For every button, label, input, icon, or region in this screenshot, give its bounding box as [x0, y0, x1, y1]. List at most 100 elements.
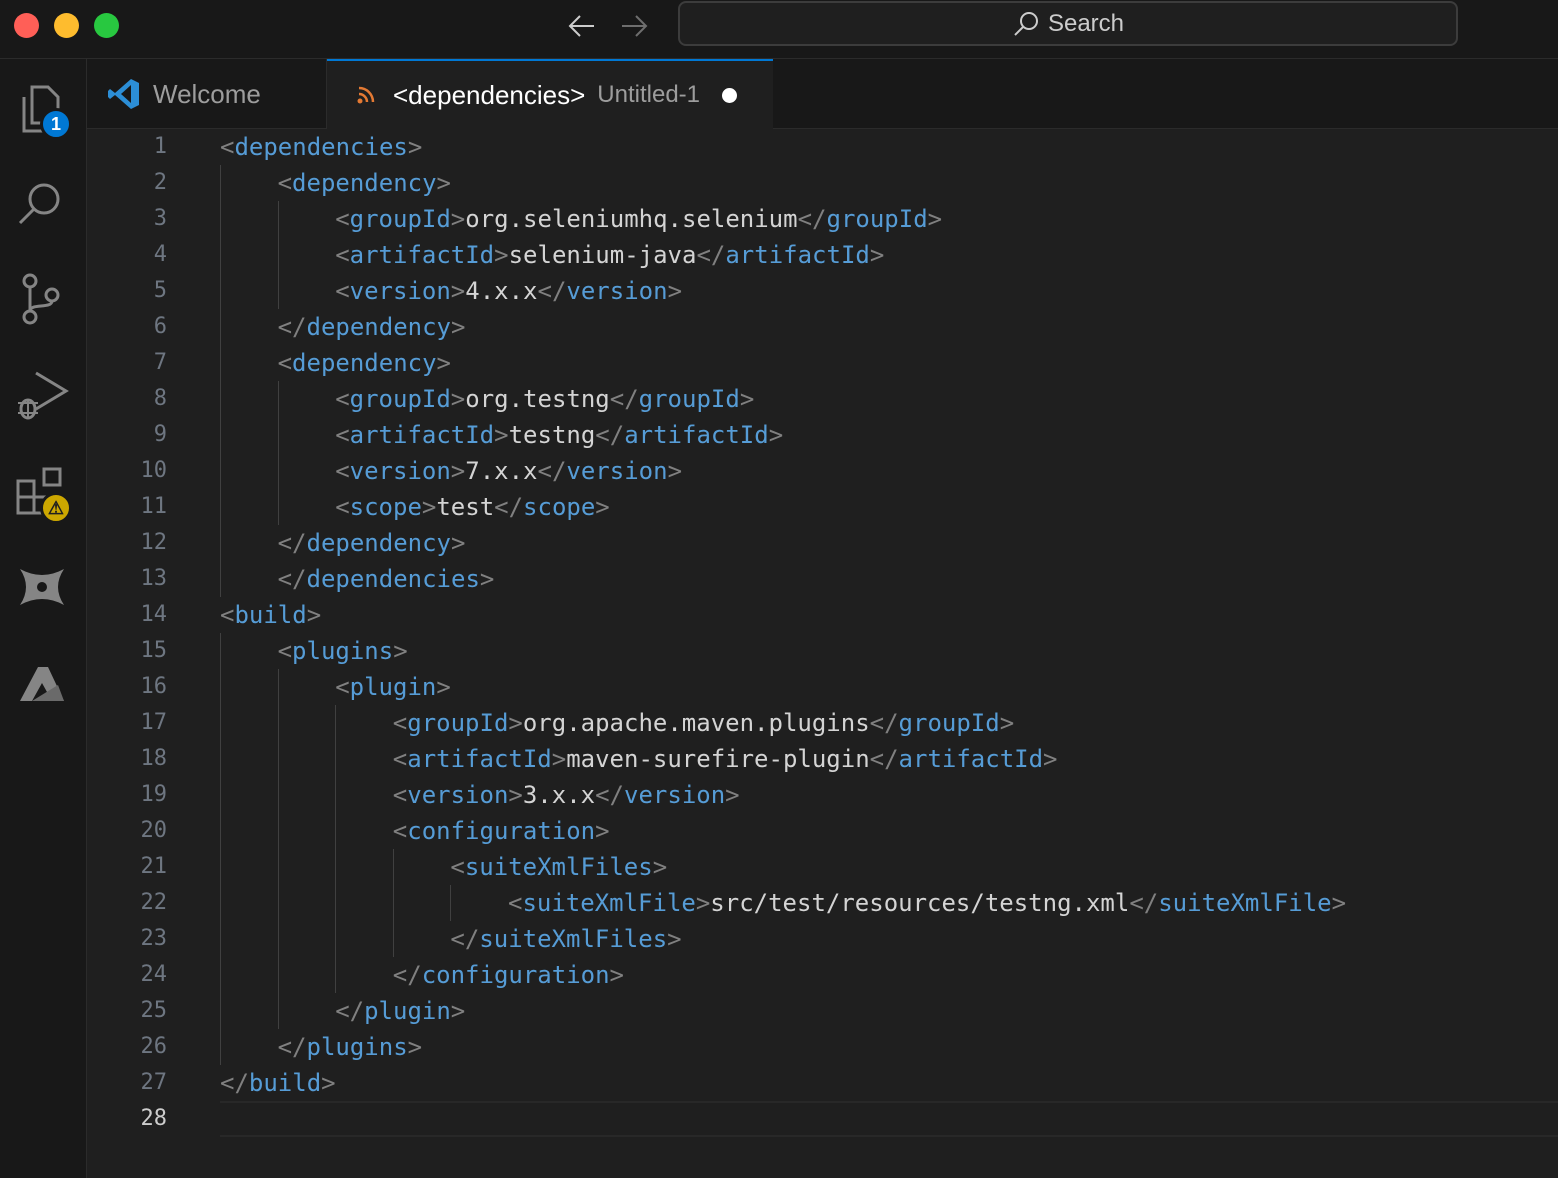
xml-text: src/test/resources/testng.xml	[710, 889, 1130, 917]
xml-punctuation: >	[451, 313, 466, 341]
code-line[interactable]: </suiteXmlFiles>	[450, 921, 681, 957]
xml-punctuation: </	[797, 205, 827, 233]
arrow-left-icon[interactable]	[566, 10, 598, 42]
xml-punctuation: <	[277, 637, 293, 665]
tab-welcome[interactable]: Welcome	[87, 59, 327, 129]
xml-punctuation: </	[220, 1069, 249, 1097]
line-number: 3	[153, 206, 167, 231]
code-line[interactable]: <plugins>	[278, 633, 408, 669]
xml-punctuation: >	[1043, 745, 1058, 773]
code-line[interactable]: <dependency>	[278, 165, 451, 201]
xml-text: 4.x.x	[465, 277, 538, 305]
xml-tag-name: configuration	[421, 961, 610, 989]
xml-punctuation: </	[869, 745, 899, 773]
code-line[interactable]: <configuration>	[393, 813, 610, 849]
indent-guide	[277, 705, 279, 741]
indent-guide	[335, 813, 337, 849]
code-line[interactable]: </plugins>	[278, 1029, 423, 1065]
explorer-badge: 1	[40, 108, 72, 140]
xml-tag-name: suiteXmlFiles	[464, 853, 653, 881]
xml-punctuation: </	[609, 385, 639, 413]
xml-punctuation: <	[450, 853, 465, 881]
docker-extension-icon[interactable]	[14, 559, 70, 615]
xml-punctuation: </	[537, 277, 567, 305]
code-line[interactable]: <dependency>	[278, 345, 451, 381]
xml-punctuation: >	[450, 997, 466, 1025]
code-line[interactable]: <build>	[220, 597, 321, 633]
xml-punctuation: <	[335, 277, 350, 305]
code-line[interactable]: <suiteXmlFile>src/test/resources/testng.…	[508, 885, 1346, 921]
source-control-icon[interactable]	[14, 271, 70, 327]
indent-guide	[335, 957, 337, 993]
code-line[interactable]: <groupId>org.apache.maven.plugins</group…	[393, 705, 1014, 741]
xml-punctuation: <	[392, 781, 408, 809]
search-icon[interactable]	[14, 175, 70, 231]
xml-file-icon	[357, 86, 375, 104]
unsaved-dot-icon[interactable]	[722, 87, 738, 103]
xml-text: testng	[508, 421, 596, 449]
indent-guide	[335, 741, 337, 777]
line-number: 19	[140, 782, 168, 807]
code-line[interactable]: <artifactId>testng</artifactId>	[335, 417, 783, 453]
xml-tag-name: build	[234, 601, 307, 629]
close-window-button[interactable]	[14, 13, 39, 38]
code-line[interactable]: <groupId>org.seleniumhq.selenium</groupI…	[335, 201, 942, 237]
xml-text: 3.x.x	[522, 781, 596, 809]
code-line[interactable]: <artifactId>selenium-java</artifactId>	[335, 237, 884, 273]
indent-guide	[220, 885, 221, 921]
command-center-search[interactable]: Search	[678, 1, 1458, 46]
xml-text: test	[436, 493, 495, 521]
xml-punctuation: >	[450, 277, 466, 305]
run-debug-icon[interactable]	[14, 367, 70, 423]
xml-punctuation: <	[335, 673, 350, 701]
tab-untitled-1[interactable]: <dependencies> Untitled-1	[327, 59, 773, 129]
indent-guide	[277, 273, 279, 309]
indent-guide	[277, 849, 279, 885]
indent-guide	[277, 885, 279, 921]
code-line[interactable]: <plugin>	[335, 669, 451, 705]
code-line[interactable]: <dependencies>	[220, 129, 422, 165]
code-line[interactable]: </dependencies>	[278, 561, 495, 597]
code-line[interactable]: <scope>test</scope>	[335, 489, 610, 525]
arrow-right-icon[interactable]	[618, 10, 650, 42]
xml-punctuation: </	[869, 709, 899, 737]
xml-tag-name: plugin	[349, 673, 437, 701]
indent-guide	[220, 489, 221, 525]
indent-guide	[220, 453, 221, 489]
xml-punctuation: >	[450, 385, 466, 413]
indent-guide	[220, 849, 221, 885]
indent-guide	[220, 165, 221, 201]
code-editor[interactable]: 1 2 3 4 5 6 7 8 9 10 11 12 13 14 15 16 17 18 19 20 21 22 23 24 2…	[87, 129, 1558, 1178]
code-line[interactable]: </dependency>	[278, 309, 466, 345]
code-line[interactable]: <artifactId>maven-surefire-plugin</artif…	[393, 741, 1058, 777]
xml-tag-name: version	[566, 277, 668, 305]
azure-extension-icon[interactable]	[14, 655, 70, 711]
indent-guide	[335, 885, 337, 921]
code-line[interactable]: <suiteXmlFiles>	[450, 849, 667, 885]
line-number: 28	[140, 1106, 168, 1131]
xml-punctuation: </	[335, 997, 365, 1025]
indent-guide	[220, 777, 221, 813]
xml-tag-name: version	[624, 781, 726, 809]
maximize-window-button[interactable]	[94, 13, 119, 38]
code-line[interactable]: </configuration>	[393, 957, 624, 993]
code-line[interactable]: </build>	[220, 1065, 336, 1101]
code-line[interactable]: </plugin>	[335, 993, 465, 1029]
xml-text: org.seleniumhq.selenium	[465, 205, 798, 233]
indent-guide	[277, 813, 279, 849]
xml-punctuation: >	[436, 169, 451, 197]
xml-text: selenium-java	[508, 241, 697, 269]
xml-tag-name: scope	[523, 493, 596, 521]
xml-punctuation: >	[695, 889, 711, 917]
xml-punctuation: <	[335, 241, 350, 269]
code-line[interactable]: </dependency>	[278, 525, 466, 561]
code-line[interactable]: <version>3.x.x</version>	[393, 777, 740, 813]
indent-guide	[220, 669, 221, 705]
code-line[interactable]: <version>4.x.x</version>	[335, 273, 682, 309]
code-line[interactable]: <version>7.x.x</version>	[335, 453, 682, 489]
minimize-window-button[interactable]	[54, 13, 79, 38]
xml-punctuation: <	[392, 709, 408, 737]
code-line[interactable]: <groupId>org.testng</groupId>	[335, 381, 754, 417]
indent-guide	[220, 1029, 221, 1065]
line-number: 18	[140, 746, 168, 771]
